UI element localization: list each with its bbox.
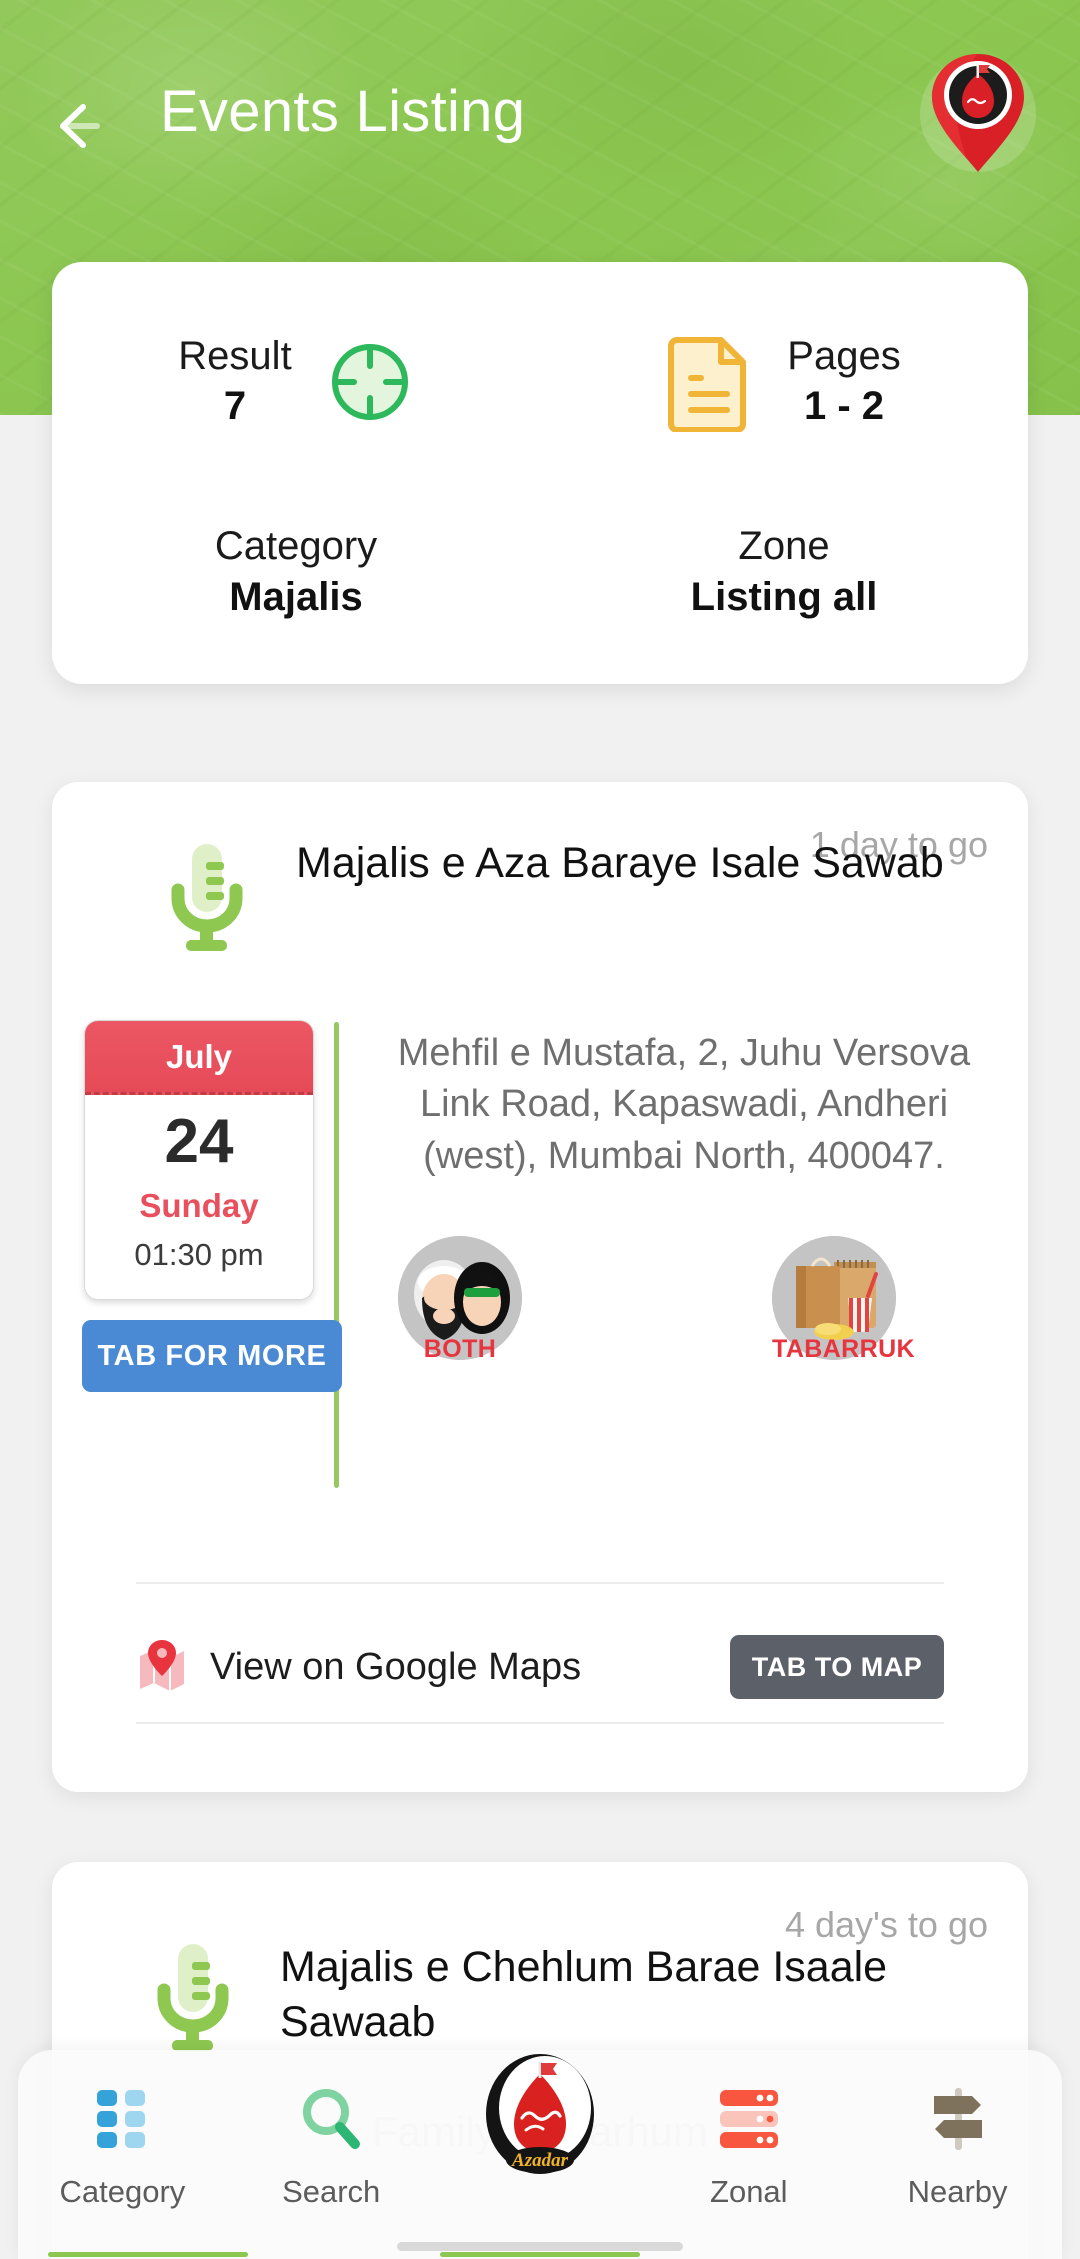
brand-logo-button[interactable] — [920, 48, 1036, 178]
badge-tabarruk[interactable]: TABARRUK — [772, 1236, 915, 1363]
microphone-icon — [157, 1944, 229, 2051]
tab-to-map-button[interactable]: TAB TO MAP — [730, 1635, 944, 1699]
category-label: Category — [214, 524, 378, 568]
nav-label-category: Category — [59, 2174, 186, 2209]
badge-both-label: BOTH — [423, 1335, 497, 1363]
bottom-navigation-bar: Category Search Azadar Zonal Nearby — [18, 2050, 1062, 2259]
event-date-calendar: July 24 Sunday 01:30 pm — [84, 1020, 314, 1300]
category-value: Majalis — [229, 575, 363, 619]
summary-category-cell: Category Majalis — [52, 512, 540, 632]
summary-row-top: Result 7 Pages 1 - 2 — [52, 312, 1028, 452]
calendar-time: 01:30 pm — [134, 1237, 264, 1272]
vertical-divider — [334, 1022, 339, 1488]
nav-item-search[interactable]: Search — [227, 2050, 436, 2259]
nav-label-nearby: Nearby — [907, 2174, 1008, 2209]
pages-value: 1 - 2 — [803, 384, 885, 428]
divider-bottom — [136, 1722, 944, 1724]
summary-card: Result 7 Pages 1 - 2 Category Majalis Zo… — [52, 262, 1028, 684]
zone-label: Zone — [738, 524, 830, 568]
back-button[interactable] — [52, 90, 124, 162]
page-title: Events Listing — [160, 79, 526, 144]
magnifier-icon — [299, 2078, 363, 2160]
summary-result-text: Result 7 — [178, 332, 291, 431]
badge-both[interactable]: BOTH — [398, 1236, 522, 1363]
nav-item-category[interactable]: Category — [18, 2050, 227, 2259]
grid-dots-icon — [93, 2078, 151, 2160]
tab-for-more-button[interactable]: TAB FOR MORE — [82, 1320, 342, 1392]
azadar-dome-logo-icon: Azadar — [482, 2054, 598, 2174]
summary-pages-text: Pages 1 - 2 — [787, 332, 900, 431]
google-maps-pin-icon — [140, 1640, 184, 1691]
nav-underline-left — [48, 2252, 248, 2257]
nav-label-search: Search — [282, 2174, 381, 2209]
zone-value: Listing all — [690, 575, 878, 619]
target-crosshair-icon — [331, 344, 408, 420]
server-stack-icon — [718, 2078, 780, 2160]
home-indicator[interactable] — [397, 2242, 683, 2251]
arrow-left-icon — [60, 104, 100, 148]
nav-item-nearby[interactable]: Nearby — [853, 2050, 1062, 2259]
calendar-day: 24 — [164, 1107, 234, 1176]
pages-label: Pages — [787, 334, 901, 379]
divider-top — [136, 1582, 944, 1584]
nav-item-home-logo[interactable]: Azadar — [436, 2050, 645, 2259]
result-value: 7 — [223, 384, 247, 428]
result-label: Result — [178, 334, 292, 379]
summary-row-bottom: Category Majalis Zone Listing all — [52, 512, 1028, 632]
calendar-month: July — [85, 1021, 313, 1095]
summary-pages-cell: Pages 1 - 2 — [540, 312, 1028, 452]
signpost-icon — [926, 2078, 990, 2160]
calendar-weekday: Sunday — [139, 1187, 259, 1224]
nav-underline-center — [440, 2252, 640, 2257]
document-icon — [668, 337, 747, 432]
summary-result-cell: Result 7 — [52, 312, 540, 452]
google-maps-label: View on Google Maps — [210, 1645, 582, 1688]
google-maps-row[interactable]: View on Google Maps TAB TO MAP — [136, 1612, 944, 1722]
microphone-icon-wrap — [148, 1940, 236, 2057]
nav-item-zonal[interactable]: Zonal — [644, 2050, 853, 2259]
microphone-icon — [171, 844, 243, 951]
event-badges: BOTH TABARRUK — [364, 1230, 1004, 1410]
event-title: Majalis e Aza Baraye Isale Sawab — [296, 839, 944, 887]
svg-text:Azadar: Azadar — [511, 2150, 569, 2171]
event-title: Majalis e Chehlum Barae Isaale Sawaab — [280, 1943, 888, 2047]
events-listing-screen: Events Listing Result 7 Pages 1 - 2 Cate… — [0, 0, 1080, 2259]
event-body: July 24 Sunday 01:30 pm TAB FOR MORE Meh… — [52, 1020, 1028, 1550]
badge-tabarruk-label: TABARRUK — [772, 1335, 915, 1363]
summary-zone-cell: Zone Listing all — [540, 512, 1028, 632]
nav-label-zonal: Zonal — [710, 2174, 788, 2209]
event-address: Mehfil e Mustafa, 2, Juhu Versova Link R… — [397, 1032, 971, 1177]
microphone-icon-wrap — [162, 840, 250, 957]
event-card[interactable]: 1 day to go Majalis e Aza Baraye Isale S… — [52, 782, 1028, 1792]
azadar-map-pin-logo — [932, 54, 1024, 172]
